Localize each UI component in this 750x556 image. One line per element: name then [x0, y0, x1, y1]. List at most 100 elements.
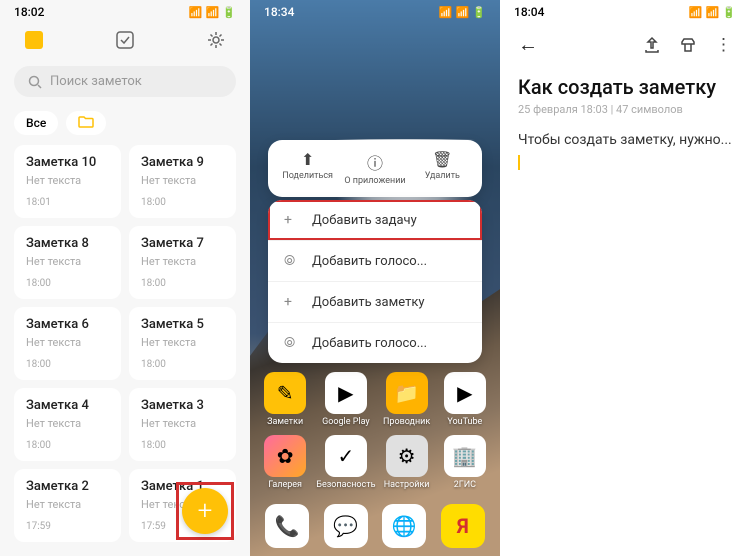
app-icon: ▶ [444, 372, 486, 414]
app-label: Настройки [384, 480, 430, 490]
note-preview: Нет текста [26, 498, 109, 511]
filter-folder[interactable] [66, 111, 106, 135]
note-time: 18:00 [141, 197, 224, 208]
dock-icon: Я [441, 504, 485, 548]
checkbox-icon [115, 30, 135, 50]
note-time: 18:00 [141, 440, 224, 451]
note-card[interactable]: Заметка 3 Нет текста 18:00 [129, 388, 236, 461]
ctx-menu-item[interactable]: + Добавить заметку [268, 281, 482, 322]
fab-add-note[interactable]: + [182, 488, 228, 534]
app-icon: 📁 [386, 372, 428, 414]
fab-highlight: + [176, 482, 234, 540]
app-icon: ⚙ [386, 435, 428, 477]
dock-app[interactable]: 📞 [265, 504, 309, 548]
top-tabs [0, 22, 250, 58]
note-title: Заметка 5 [141, 317, 224, 332]
search-input[interactable]: Поиск заметок [14, 66, 236, 97]
battery-icon: 🔋 [722, 6, 736, 19]
note-card[interactable]: Заметка 2 Нет текста 17:59 [14, 469, 121, 542]
note-card[interactable]: Заметка 10 Нет текста 18:01 [14, 145, 121, 218]
folder-icon [78, 116, 94, 128]
app-label: YouTube [447, 417, 482, 427]
status-icons: 📶 📶 🔋 [189, 6, 236, 19]
ctx-info[interactable]: ⓘ О приложении [341, 150, 408, 187]
ctx-label: Удалить [409, 172, 476, 182]
tab-tasks[interactable] [113, 28, 137, 52]
note-card[interactable]: Заметка 9 Нет текста 18:00 [129, 145, 236, 218]
note-preview: Нет текста [26, 417, 109, 430]
note-title: Заметка 3 [141, 398, 224, 413]
note-title[interactable]: Как создать заметку [500, 67, 750, 101]
app-label: Безопасность [316, 480, 375, 490]
dock-app[interactable]: 💬 [324, 504, 368, 548]
customize-icon[interactable] [679, 36, 697, 54]
app-label: Заметки [267, 417, 303, 427]
app-icon: 🏢 [444, 435, 486, 477]
app-Настройки[interactable]: ⚙ Настройки [379, 435, 433, 490]
note-title: Заметка 9 [141, 155, 224, 170]
tab-settings[interactable] [204, 28, 228, 52]
ctx-menu-label: Добавить голосо... [312, 336, 427, 351]
app-icon: ✎ [264, 372, 306, 414]
screen-note-editor: 18:04 📶 📶 🔋 ← ⋮ Как создать заметку 25 ф… [500, 0, 750, 556]
app-Галерея[interactable]: ✿ Галерея [258, 435, 312, 490]
ctx-delete[interactable]: 🗑 Удалить [409, 150, 476, 187]
share-icon: ⬆ [274, 150, 341, 169]
status-bar: 18:34 📶 📶 🔋 [250, 0, 500, 22]
note-preview: Нет текста [141, 174, 224, 187]
screen-home: 18:34 📶 📶 🔋 ⬆ Поделиться ⓘ О приложении … [250, 0, 500, 556]
note-card[interactable]: Заметка 4 Нет текста 18:00 [14, 388, 121, 461]
app-2ГИС[interactable]: 🏢 2ГИС [438, 435, 492, 490]
app-YouTube[interactable]: ▶ YouTube [438, 372, 492, 427]
note-time: 18:00 [26, 440, 109, 451]
app-Безопасность[interactable]: ✓ Безопасность [316, 435, 375, 490]
status-icons: 📶 📶 🔋 [439, 6, 486, 19]
ctx-share[interactable]: ⬆ Поделиться [274, 150, 341, 187]
text-cursor [518, 155, 520, 170]
note-card[interactable]: Заметка 5 Нет текста 18:00 [129, 307, 236, 380]
app-Проводник[interactable]: 📁 Проводник [379, 372, 433, 427]
note-card[interactable]: Заметка 7 Нет текста 18:00 [129, 226, 236, 299]
app-icon: ✿ [264, 435, 306, 477]
status-time: 18:04 [514, 5, 544, 19]
plus-icon: + [284, 212, 300, 228]
status-time: 18:02 [14, 5, 44, 19]
note-title: Заметка 2 [26, 479, 109, 494]
search-placeholder: Поиск заметок [50, 74, 142, 89]
note-preview: Нет текста [141, 255, 224, 268]
status-bar: 18:02 📶 📶 🔋 [0, 0, 250, 22]
app-Google Play[interactable]: ▶ Google Play [316, 372, 375, 427]
more-icon[interactable]: ⋮ [715, 35, 732, 55]
notes-icon [25, 31, 43, 49]
note-card[interactable]: Заметка 8 Нет текста 18:00 [14, 226, 121, 299]
battery-icon: 🔋 [472, 6, 486, 19]
note-title: Заметка 7 [141, 236, 224, 251]
note-title: Заметка 4 [26, 398, 109, 413]
status-time: 18:34 [264, 5, 294, 19]
note-preview: Нет текста [141, 417, 224, 430]
dock-icon: 💬 [324, 504, 368, 548]
ctx-menu-item[interactable]: + Добавить задачу [268, 200, 482, 240]
app-icon: ▶ [325, 372, 367, 414]
dock-app[interactable]: Я [441, 504, 485, 548]
note-body[interactable]: Чтобы создать заметку, нужно... [500, 130, 750, 173]
ctx-menu-item[interactable]: ⦾ Добавить голосо... [268, 322, 482, 363]
note-time: 17:59 [26, 521, 109, 532]
dock-app[interactable]: 🌐 [382, 504, 426, 548]
tab-notes[interactable] [22, 28, 46, 52]
ctx-label: Поделиться [274, 172, 341, 182]
note-time: 18:00 [26, 278, 109, 289]
note-card[interactable]: Заметка 6 Нет текста 18:00 [14, 307, 121, 380]
app-Заметки[interactable]: ✎ Заметки [258, 372, 312, 427]
app-icon: ✓ [325, 435, 367, 477]
apps-grid: ✎ Заметки ▶ Google Play 📁 Проводник ▶ Yo… [258, 372, 492, 490]
ctx-menu-item[interactable]: ⦾ Добавить голосо... [268, 240, 482, 281]
share-icon[interactable] [643, 36, 661, 54]
ctx-label: О приложении [341, 177, 408, 187]
note-preview: Нет текста [26, 336, 109, 349]
wifi-icon: 📶 [706, 6, 720, 19]
back-button[interactable]: ← [518, 32, 538, 57]
filter-all[interactable]: Все [14, 111, 58, 135]
gear-icon [206, 30, 226, 50]
plus-icon: + [284, 294, 300, 310]
